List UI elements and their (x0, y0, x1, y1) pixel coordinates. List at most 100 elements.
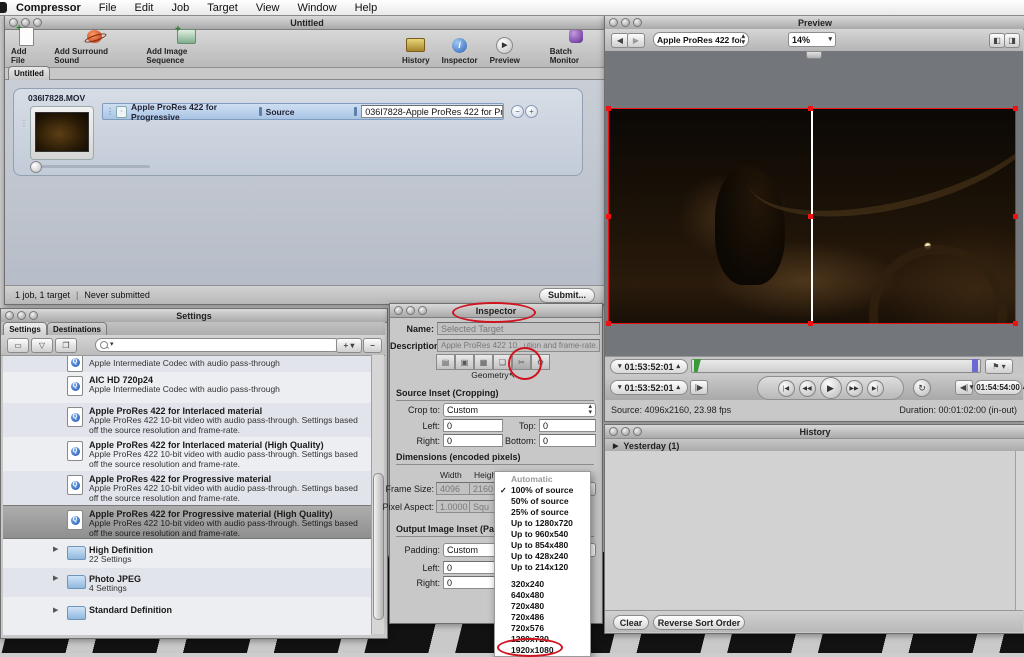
close-button[interactable] (9, 18, 18, 27)
preview-target-select[interactable]: Apple ProRes 422 for Pr▴▾ (653, 32, 749, 47)
crop-handle[interactable] (606, 214, 611, 219)
window-controls[interactable] (9, 18, 42, 27)
menu-view[interactable]: View (247, 2, 289, 14)
thumbnail-scrub-slider[interactable] (30, 165, 150, 168)
disclosure-triangle-icon[interactable]: ▶ (53, 606, 58, 614)
timeline-track[interactable] (691, 359, 981, 373)
disclosure-triangle-icon[interactable]: ▶ (53, 574, 58, 582)
split-view-left-button[interactable]: ◧ (989, 33, 1005, 48)
menu-window[interactable]: Window (288, 2, 345, 14)
name-field[interactable]: Selected Target (437, 322, 600, 335)
slider-knob[interactable] (30, 161, 42, 173)
scrollbar-thumb[interactable] (373, 473, 384, 620)
close-button[interactable] (394, 306, 403, 315)
crop-left-field[interactable]: 0 (443, 419, 503, 432)
settings-scrollbar[interactable] (371, 355, 384, 634)
menu-item-720x486[interactable]: 720x486 (495, 612, 590, 623)
step-back-button[interactable]: ◀◀ (799, 380, 816, 397)
menu-help[interactable]: Help (346, 2, 387, 14)
batch-titlebar[interactable]: Untitled (5, 16, 609, 30)
duplicate-button[interactable]: ❐ (55, 338, 77, 353)
window-controls[interactable] (5, 311, 38, 320)
frame-controls-tab-icon[interactable]: ▦ (474, 354, 493, 370)
remove-target-button[interactable]: − (511, 105, 524, 118)
remove-setting-button[interactable]: − (363, 338, 382, 353)
in-point-marker[interactable] (694, 359, 701, 372)
menu-file[interactable]: File (90, 2, 126, 14)
crop-handle[interactable] (1013, 214, 1018, 219)
minimize-button[interactable] (621, 427, 630, 436)
close-button[interactable] (609, 18, 618, 27)
encoder-tab-icon[interactable]: ▣ (455, 354, 474, 370)
job-card[interactable]: 036I7828.MOV ⋮⋮ ⋮ ◦ Apple ProRes 422 for… (13, 88, 583, 176)
folder-item[interactable]: ▶ Photo JPEG 4 Settings (3, 568, 371, 597)
filters-tab-icon[interactable]: ❏ (493, 354, 512, 370)
apple-menu-icon[interactable] (0, 2, 7, 13)
preview-titlebar[interactable]: Preview (605, 16, 1024, 30)
history-toolbar-button[interactable]: History (402, 35, 430, 65)
zoom-button[interactable] (418, 306, 427, 315)
in-timecode[interactable]: ▾01:53:52:01▴ (610, 380, 688, 395)
step-forward-button[interactable]: ▶▶ (846, 380, 863, 397)
menu-item-640x480[interactable]: 640x480 (495, 590, 590, 601)
column-divider[interactable] (354, 107, 357, 116)
crop-handle[interactable] (1013, 106, 1018, 111)
setting-item[interactable]: Q Apple ProRes 422 for Progressive mater… (3, 471, 371, 505)
crop-handle[interactable] (1013, 321, 1018, 326)
crop-bottom-field[interactable]: 0 (539, 434, 596, 447)
menu-item-1920x1080[interactable]: 1920x1080 (495, 645, 590, 656)
menu-app[interactable]: Compressor (7, 2, 90, 14)
menu-item-up-to-960x540[interactable]: Up to 960x540 (495, 529, 590, 540)
go-to-start-button[interactable]: |◀ (778, 380, 795, 397)
zoom-button[interactable] (633, 18, 642, 27)
next-target-button[interactable]: ▶ (627, 33, 645, 48)
menu-item-100-percent[interactable]: ✓100% of source (495, 485, 590, 496)
settings-search-field[interactable]: ▾ (95, 338, 341, 352)
close-button[interactable] (5, 311, 14, 320)
menu-job[interactable]: Job (163, 2, 199, 14)
summary-tab-icon[interactable]: ▤ (436, 354, 455, 370)
disclosure-triangle-icon[interactable]: ▶ (613, 442, 618, 450)
minimize-button[interactable] (406, 306, 415, 315)
split-view-right-button[interactable]: ◨ (1004, 33, 1020, 48)
pixel-aspect-field[interactable]: 1.0000 (436, 500, 472, 513)
disclosure-triangle-icon[interactable]: ▶ (53, 545, 58, 553)
crop-to-select[interactable]: Custom▴▾ (443, 403, 596, 417)
menu-item-320x240[interactable]: 320x240 (495, 579, 590, 590)
target-row[interactable]: ⋮ ◦ Apple ProRes 422 for Progressive Sou… (102, 103, 504, 120)
window-controls[interactable] (609, 18, 642, 27)
menu-item-720x480[interactable]: 720x480 (495, 601, 590, 612)
marker-menu-button[interactable]: ⚑ ▾ (985, 359, 1013, 374)
geometry-tab-icon[interactable]: ✂ (512, 354, 531, 370)
add-surround-sound-button[interactable]: Add Surround Sound (54, 26, 134, 65)
batch-tab-untitled[interactable]: Untitled (8, 66, 50, 80)
folder-item[interactable]: ▶ Standard Definition (3, 597, 371, 625)
out-timecode[interactable]: ▾01:54:54:00▴ (974, 380, 1022, 395)
out-point-marker[interactable] (972, 359, 978, 372)
setting-item[interactable]: Q Apple ProRes 422 for Interlaced materi… (3, 437, 371, 471)
menu-item-up-to-854x480[interactable]: Up to 854x480 (495, 540, 590, 551)
add-target-button[interactable]: + (525, 105, 538, 118)
crop-handle[interactable] (606, 106, 611, 111)
playhead-timecode[interactable]: ▾01:53:52:01▴ (610, 359, 688, 374)
inspector-titlebar[interactable]: Inspector (390, 304, 602, 318)
minimize-button[interactable] (17, 311, 26, 320)
frame-width-field[interactable]: 4096 (436, 482, 472, 495)
menu-item-up-to-1280x720[interactable]: Up to 1280x720 (495, 518, 590, 529)
crop-handle[interactable] (808, 214, 813, 219)
menu-item-720x576[interactable]: 720x576 (495, 623, 590, 634)
menu-item-up-to-214x120[interactable]: Up to 214x120 (495, 562, 590, 573)
add-setting-button[interactable]: + ▾ (336, 338, 362, 353)
crop-handle[interactable] (606, 321, 611, 326)
history-titlebar[interactable]: History (605, 425, 1024, 439)
inspector-toolbar-button[interactable]: iInspector (442, 35, 478, 65)
play-button[interactable]: ▶ (820, 377, 842, 399)
setting-item[interactable]: Q Apple ProRes 422 for Interlaced materi… (3, 403, 371, 437)
description-field[interactable]: Apple ProRes 422 10...ution and frame-ra… (437, 339, 600, 352)
output-filename-field[interactable]: 036I7828-Apple ProRes 422 for Pro (361, 105, 503, 118)
minimize-button[interactable] (621, 18, 630, 27)
add-image-sequence-button[interactable]: Add Image Sequence (146, 26, 226, 65)
zoom-button[interactable] (29, 311, 38, 320)
setting-item[interactable]: Q AIC HD 720p24 Apple Intermediate Codec… (3, 372, 371, 403)
settings-titlebar[interactable]: Settings (1, 309, 387, 323)
